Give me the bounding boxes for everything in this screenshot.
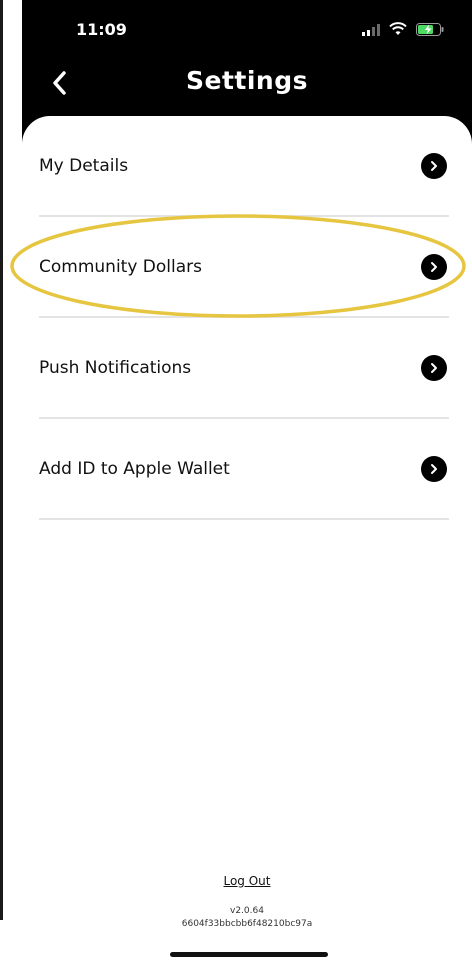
settings-item-label: Add ID to Apple Wallet — [39, 458, 230, 479]
settings-item-label: My Details — [39, 155, 129, 176]
chevron-right-icon — [421, 455, 447, 482]
status-time: 11:09 — [76, 20, 127, 39]
settings-item-community-dollars[interactable]: Community Dollars — [39, 217, 449, 318]
settings-item-add-id-apple-wallet[interactable]: Add ID to Apple Wallet — [39, 419, 449, 520]
page-title: Settings — [185, 66, 308, 95]
app-version: v2.0.64 6604f33bbcbb6f48210bc97a — [22, 905, 472, 931]
settings-list: My Details Community Dollars Push Notifi… — [39, 116, 449, 520]
chevron-right-icon — [421, 354, 447, 381]
phone-screen: 11:09 Settings My Details Community Doll… — [10, 0, 472, 965]
settings-item-push-notifications[interactable]: Push Notifications — [39, 318, 449, 419]
logout-link[interactable]: Log Out — [22, 874, 472, 888]
version-number: v2.0.64 — [230, 906, 264, 916]
wifi-icon — [389, 22, 407, 35]
home-indicator — [170, 952, 328, 957]
settings-content: My Details Community Dollars Push Notifi… — [22, 116, 472, 965]
settings-item-label: Push Notifications — [39, 357, 192, 378]
chevron-right-icon — [421, 152, 447, 179]
settings-item-my-details[interactable]: My Details — [39, 116, 449, 217]
settings-item-label: Community Dollars — [39, 256, 202, 277]
signal-icon — [362, 24, 380, 36]
battery-charging-icon — [416, 23, 444, 36]
build-hash: 6604f33bbcbb6f48210bc97a — [181, 919, 313, 929]
left-edge-border — [0, 0, 3, 920]
chevron-right-icon — [421, 253, 447, 280]
status-icons — [362, 22, 444, 36]
